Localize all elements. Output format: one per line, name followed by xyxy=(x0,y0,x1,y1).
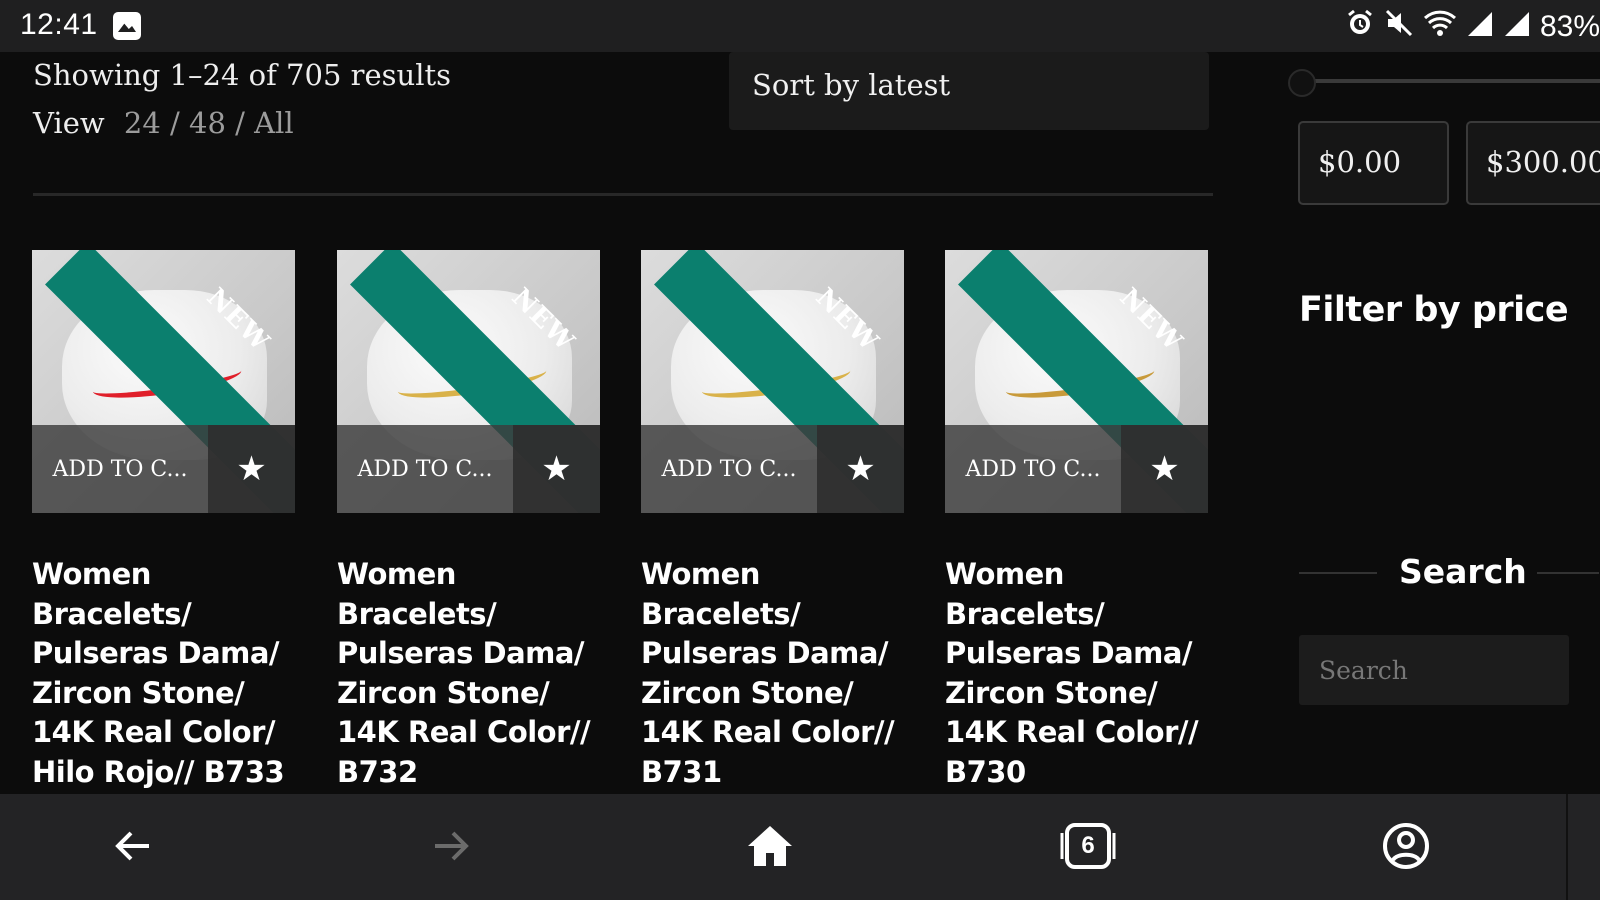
signal-icon xyxy=(1466,8,1494,46)
view-label: View xyxy=(33,106,105,140)
battery-text: 83% xyxy=(1539,10,1600,43)
page-content: Showing 1–24 of 705 results View 24 / 48… xyxy=(0,52,1600,794)
forward-arrow-icon xyxy=(435,831,469,861)
product-title[interactable]: Women Bracelets/ Pulseras Dama/ Zircon S… xyxy=(641,555,921,792)
product-actions: ADD TO C... ★ xyxy=(32,425,295,513)
product-card[interactable]: NEW ADD TO C... ★ Women Bracelets/ Pulse… xyxy=(337,250,600,792)
back-button[interactable] xyxy=(103,816,163,876)
product-actions: ADD TO C... ★ xyxy=(337,425,600,513)
product-card[interactable]: NEW ADD TO C... ★ Women Bracelets/ Pulse… xyxy=(32,250,295,792)
star-icon: ★ xyxy=(541,449,572,489)
home-button[interactable] xyxy=(740,816,800,876)
product-image[interactable]: NEW ADD TO C... ★ xyxy=(32,250,295,513)
wishlist-button[interactable]: ★ xyxy=(817,425,904,513)
divider xyxy=(33,193,1213,196)
price-slider-handle[interactable] xyxy=(1288,69,1316,97)
product-card[interactable]: NEW ADD TO C... ★ Women Bracelets/ Pulse… xyxy=(945,250,1208,792)
result-count: Showing 1–24 of 705 results xyxy=(33,58,452,92)
tab-count: 6 xyxy=(1081,832,1095,859)
add-to-cart-button[interactable]: ADD TO C... xyxy=(32,425,208,513)
filter-by-price-heading: Filter by price xyxy=(1299,290,1569,330)
signal-icon xyxy=(1503,8,1531,46)
nav-divider xyxy=(1566,794,1568,900)
price-min-field[interactable]: $0.00 xyxy=(1298,121,1449,205)
gallery-icon xyxy=(113,12,141,40)
product-image[interactable]: NEW ADD TO C... ★ xyxy=(945,250,1208,513)
mute-icon xyxy=(1384,8,1414,46)
product-image[interactable]: NEW ADD TO C... ★ xyxy=(337,250,600,513)
search-title: Search xyxy=(1399,552,1527,591)
star-icon: ★ xyxy=(845,449,876,489)
star-icon: ★ xyxy=(1149,449,1180,489)
product-title[interactable]: Women Bracelets/ Pulseras Dama/ Zircon S… xyxy=(337,555,617,792)
add-to-cart-button[interactable]: ADD TO C... xyxy=(641,425,817,513)
view-options[interactable]: 24 / 48 / All xyxy=(124,106,294,140)
wishlist-button[interactable]: ★ xyxy=(1121,425,1208,513)
product-image[interactable]: NEW ADD TO C... ★ xyxy=(641,250,904,513)
status-bar: 12:41 83% xyxy=(0,0,1600,52)
add-to-cart-button[interactable]: ADD TO C... xyxy=(945,425,1121,513)
wishlist-button[interactable]: ★ xyxy=(208,425,295,513)
search-heading: Search xyxy=(1299,552,1600,592)
browser-nav-bar: 6 xyxy=(0,794,1600,900)
product-card[interactable]: NEW ADD TO C... ★ Women Bracelets/ Pulse… xyxy=(641,250,904,792)
forward-button[interactable] xyxy=(421,816,481,876)
profile-icon xyxy=(1383,823,1429,869)
star-icon: ★ xyxy=(236,449,267,489)
search-input[interactable] xyxy=(1299,635,1569,705)
price-max-field[interactable]: $300.00 xyxy=(1466,121,1600,205)
tabs-button[interactable]: 6 xyxy=(1058,816,1118,876)
status-time: 12:41 xyxy=(20,8,98,41)
view-per-page: View 24 / 48 / All xyxy=(33,106,294,140)
product-actions: ADD TO C... ★ xyxy=(641,425,904,513)
add-to-cart-button[interactable]: ADD TO C... xyxy=(337,425,513,513)
divider xyxy=(1299,572,1377,574)
price-slider[interactable] xyxy=(1288,69,1600,97)
divider xyxy=(1537,572,1599,574)
product-actions: ADD TO C... ★ xyxy=(945,425,1208,513)
wishlist-button[interactable]: ★ xyxy=(513,425,600,513)
status-icons: 83% xyxy=(1345,8,1600,46)
product-title[interactable]: Women Bracelets/ Pulseras Dama/ Zircon S… xyxy=(32,555,312,792)
sort-dropdown[interactable]: Sort by latest xyxy=(729,52,1209,130)
profile-button[interactable] xyxy=(1376,816,1436,876)
wifi-icon xyxy=(1423,8,1457,46)
back-arrow-icon xyxy=(115,831,149,861)
product-title[interactable]: Women Bracelets/ Pulseras Dama/ Zircon S… xyxy=(945,555,1225,792)
alarm-icon xyxy=(1345,8,1375,46)
home-icon xyxy=(748,826,792,866)
